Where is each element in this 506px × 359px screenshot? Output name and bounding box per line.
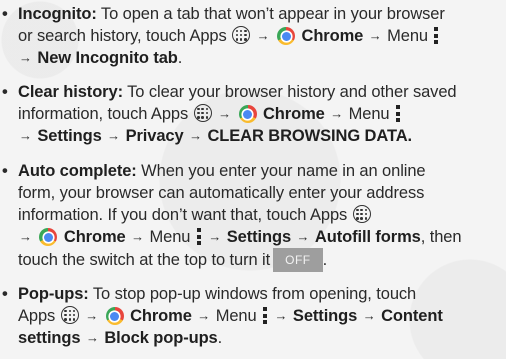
- apps-icon: [232, 26, 251, 44]
- arrow-icon: →: [189, 128, 202, 143]
- settings-label: settings: [18, 329, 81, 347]
- arrow-icon: →: [197, 308, 211, 323]
- settings-label: Settings: [37, 127, 102, 145]
- new-incognito-tab-label: New Incognito tab: [37, 49, 178, 67]
- off-switch: OFF: [273, 248, 323, 272]
- arrow-icon: →: [19, 128, 32, 143]
- description-text: form, your browser can automatically ent…: [18, 184, 425, 202]
- chrome-label: Chrome: [130, 307, 192, 325]
- description-text: To stop pop-up windows from opening, tou…: [88, 285, 417, 303]
- bullet: •: [2, 83, 8, 101]
- term-incognito: Incognito:: [18, 5, 97, 23]
- arrow-icon: →: [218, 106, 232, 121]
- arrow-icon: →: [296, 229, 310, 244]
- settings-label: Settings: [226, 228, 292, 246]
- menu-icon: [263, 307, 268, 324]
- bullet: •: [2, 5, 8, 23]
- chrome-icon: [238, 105, 257, 123]
- menu-label: Menu: [149, 228, 191, 246]
- arrow-icon: →: [19, 50, 32, 65]
- arrow-icon: →: [330, 106, 344, 121]
- description-text: information. If you don’t want that, tou…: [18, 206, 348, 224]
- autofill-forms-label: Autofill forms: [314, 228, 421, 246]
- period: .: [217, 329, 223, 347]
- apps-icon: [352, 205, 371, 223]
- menu-icon: [434, 27, 439, 44]
- arrow-icon: →: [274, 308, 288, 323]
- description-text: information, touch Apps: [18, 105, 189, 123]
- arrow-icon: →: [362, 308, 376, 323]
- block-pop-ups-label: Block pop-ups: [104, 329, 218, 347]
- content-label: Content: [381, 307, 443, 325]
- description-text: touch the switch at the top to turn it: [18, 251, 271, 269]
- term-pop-ups: Pop-ups:: [18, 285, 89, 303]
- chrome-icon: [39, 228, 58, 246]
- chrome-label: Chrome: [63, 228, 126, 246]
- chrome-label: Chrome: [301, 27, 364, 45]
- description-text: When you enter your name in an online: [136, 162, 426, 180]
- description-text: To open a tab that won’t appear in your …: [96, 5, 445, 23]
- description-text: , then: [420, 228, 462, 246]
- arrow-icon: →: [107, 128, 121, 143]
- arrow-icon: →: [85, 330, 99, 345]
- description-text: or search history, touch Apps: [18, 27, 227, 45]
- arrow-icon: →: [256, 28, 270, 43]
- term-auto-complete: Auto complete:: [18, 162, 137, 180]
- menu-icon: [395, 105, 400, 122]
- apps-icon: [193, 104, 212, 122]
- arrow-icon: →: [19, 229, 32, 244]
- period: .: [322, 251, 328, 269]
- chrome-icon: [105, 307, 124, 325]
- menu-icon: [196, 228, 201, 245]
- arrow-icon: →: [131, 229, 145, 244]
- bullet: •: [2, 285, 8, 303]
- clear-browsing-data-label: CLEAR BROWSING DATA.: [207, 127, 413, 145]
- privacy-label: Privacy: [125, 127, 184, 145]
- description-text: Apps: [18, 307, 56, 325]
- menu-label: Menu: [215, 307, 257, 325]
- term-clear-history: Clear history:: [18, 83, 123, 101]
- bullet: •: [2, 162, 8, 180]
- arrow-icon: →: [368, 28, 382, 43]
- chrome-icon: [277, 27, 296, 45]
- arrow-icon: →: [208, 229, 222, 244]
- apps-icon: [60, 306, 79, 324]
- menu-label: Menu: [348, 105, 390, 123]
- settings-label: Settings: [292, 307, 358, 325]
- period: .: [177, 49, 183, 67]
- menu-label: Menu: [387, 27, 428, 45]
- chrome-label: Chrome: [262, 105, 325, 123]
- description-text: To clear your browser history and other …: [122, 83, 457, 101]
- arrow-icon: →: [85, 308, 99, 323]
